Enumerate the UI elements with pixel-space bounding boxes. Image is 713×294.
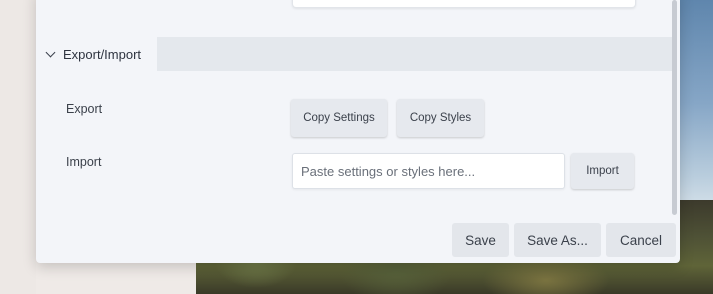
import-button[interactable]: Import <box>571 153 634 189</box>
section-title: Export/Import <box>63 46 142 62</box>
save-as-button[interactable]: Save As... <box>514 223 601 257</box>
chevron-down-icon <box>45 47 56 57</box>
section-header-bar: Export/Import <box>36 37 672 71</box>
settings-dialog: Export/Import Export Copy Settings Copy … <box>36 0 680 263</box>
copy-settings-button[interactable]: Copy Settings <box>291 99 387 137</box>
scrollbar[interactable] <box>672 0 677 215</box>
import-paste-input[interactable] <box>292 153 565 189</box>
import-label: Import <box>66 155 102 169</box>
previous-field-input[interactable] <box>292 0 636 8</box>
save-button[interactable]: Save <box>452 223 509 257</box>
section-tab-export-import[interactable]: Export/Import <box>36 37 157 71</box>
copy-styles-button[interactable]: Copy Styles <box>397 99 484 137</box>
cancel-button[interactable]: Cancel <box>606 223 676 257</box>
desktop-background-left <box>0 0 36 294</box>
export-label: Export <box>66 102 103 116</box>
